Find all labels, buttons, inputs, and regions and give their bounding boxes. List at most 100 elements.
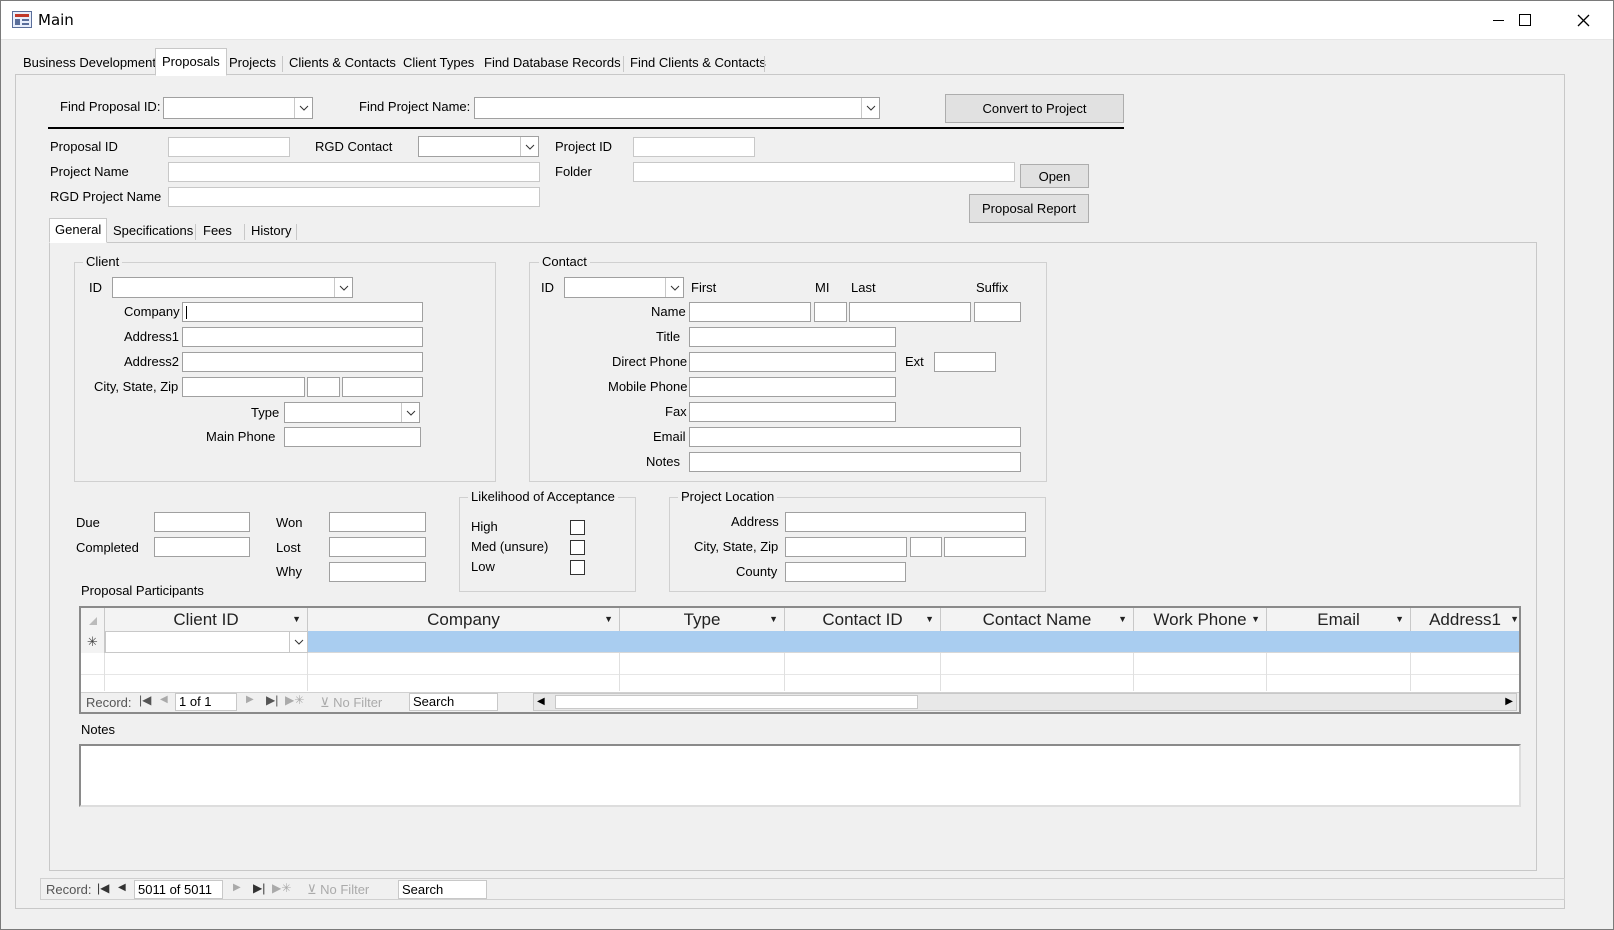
fax-field[interactable] [689,402,896,422]
participants-record-position[interactable]: 1 of 1 [175,693,237,711]
first-name-field[interactable] [689,302,811,322]
find-proposal-id-combo[interactable] [163,97,313,119]
address2-field[interactable] [182,352,423,372]
completed-date-field[interactable] [154,537,250,557]
address1-field[interactable] [182,327,423,347]
new-record-icon[interactable]: ▶✳ [272,881,291,895]
client-type-combo[interactable] [284,402,420,423]
filter-dropdown-icon[interactable]: ▼ [1395,614,1404,624]
location-city-field[interactable] [785,537,907,557]
last-name-field[interactable] [849,302,971,322]
form-no-filter-button[interactable]: ⊻ No Filter [307,882,369,898]
first-record-icon[interactable]: |◀ [139,693,151,707]
tab-find-database-records[interactable]: Find Database Records [478,51,627,75]
filter-dropdown-icon[interactable]: ▼ [1118,614,1127,624]
column-header-work-phone[interactable]: Work Phone ▼ [1134,608,1267,631]
previous-record-icon[interactable]: ◀ [160,694,168,705]
proposal-id-field[interactable] [168,137,290,157]
participants-search-field[interactable]: Search [409,693,498,711]
tab-business-development[interactable]: Business Development [17,51,162,75]
folder-field[interactable] [633,162,1015,182]
scrollbar-thumb[interactable] [555,695,918,709]
scroll-right-icon[interactable]: ▶ [1505,696,1513,707]
location-state-field[interactable] [910,537,942,557]
suffix-field[interactable] [974,302,1021,322]
med-checkbox[interactable] [570,540,585,555]
email-field[interactable] [689,427,1021,447]
chevron-down-icon[interactable] [665,278,683,297]
new-record-icon[interactable]: ▶✳ [285,693,304,707]
previous-record-icon[interactable]: ◀ [118,882,126,893]
new-record-selector[interactable]: ✳ [81,631,105,653]
chevron-down-icon[interactable] [334,278,352,297]
filter-dropdown-icon[interactable]: ▼ [1251,614,1260,624]
tab-proposals[interactable]: Proposals [155,48,227,76]
project-id-field[interactable] [633,137,755,157]
middle-initial-field[interactable] [814,302,847,322]
chevron-down-icon[interactable] [289,632,307,652]
form-search-field[interactable]: Search [398,880,487,899]
tab-projects[interactable]: Projects [223,51,282,75]
next-record-icon[interactable]: ▶ [246,694,254,705]
city-field[interactable] [182,377,305,397]
client-id-combo[interactable] [112,277,353,298]
last-record-icon[interactable]: ▶| [253,881,265,895]
open-folder-button[interactable]: Open [1020,164,1089,188]
column-header-company[interactable]: Company ▼ [308,608,620,631]
tab-find-clients-contacts[interactable]: Find Clients & Contacts [624,51,772,75]
project-name-field[interactable] [168,162,540,182]
filter-dropdown-icon[interactable]: ▼ [769,614,778,624]
convert-to-project-button[interactable]: Convert to Project [945,94,1124,123]
subtab-fees[interactable]: Fees [198,220,237,242]
chevron-down-icon[interactable] [294,98,312,118]
contact-title-field[interactable] [689,327,896,347]
lost-date-field[interactable] [329,537,426,557]
participant-client-id-combo[interactable] [105,631,308,653]
won-date-field[interactable] [329,512,426,532]
form-record-position[interactable]: 5011 of 5011 [134,880,223,899]
main-phone-field[interactable] [284,427,421,447]
filter-dropdown-icon[interactable]: ▼ [925,614,934,624]
location-zip-field[interactable] [944,537,1026,557]
column-header-email[interactable]: Email ▼ [1267,608,1411,631]
column-header-client-id[interactable]: Client ID ▼ [105,608,308,631]
direct-phone-field[interactable] [689,352,896,372]
proposal-report-button[interactable]: Proposal Report [969,194,1089,223]
chevron-down-icon[interactable] [401,403,419,422]
contact-id-combo[interactable] [564,277,684,298]
subtab-specifications[interactable]: Specifications [108,220,198,242]
low-checkbox[interactable] [570,560,585,575]
scroll-left-icon[interactable]: ◀ [537,696,545,707]
last-record-icon[interactable]: ▶| [266,693,278,707]
rgd-contact-combo[interactable] [418,136,539,157]
horizontal-scrollbar[interactable]: ◀ ▶ [533,693,1517,711]
no-filter-button[interactable]: ⊻ No Filter [320,695,382,711]
high-checkbox[interactable] [570,520,585,535]
column-header-type[interactable]: Type ▼ [620,608,785,631]
zip-field[interactable] [342,377,423,397]
column-header-contact-id[interactable]: Contact ID ▼ [785,608,941,631]
filter-dropdown-icon[interactable]: ▼ [1510,614,1519,624]
find-project-name-combo[interactable] [474,97,880,119]
column-header-contact-name[interactable]: Contact Name ▼ [941,608,1134,631]
chevron-down-icon[interactable] [861,98,879,118]
why-field[interactable] [329,562,426,582]
maximize-button[interactable] [1496,0,1554,40]
close-button[interactable] [1554,0,1612,40]
column-header-address1[interactable]: Address1 ▼ [1411,608,1519,631]
filter-dropdown-icon[interactable]: ▼ [604,614,613,624]
location-address-field[interactable] [785,512,1026,532]
filter-dropdown-icon[interactable]: ▼ [292,614,301,624]
proposal-notes-field[interactable] [79,744,1521,807]
due-date-field[interactable] [154,512,250,532]
first-record-icon[interactable]: |◀ [97,881,109,895]
company-field[interactable] [182,302,423,322]
mobile-phone-field[interactable] [689,377,896,397]
county-field[interactable] [785,562,906,582]
tab-client-types[interactable]: Client Types [397,51,481,75]
subtab-general[interactable]: General [49,218,108,243]
state-field[interactable] [307,377,340,397]
tab-clients-contacts[interactable]: Clients & Contacts [283,51,402,75]
rgd-project-name-field[interactable] [168,187,540,207]
next-record-icon[interactable]: ▶ [233,882,241,893]
